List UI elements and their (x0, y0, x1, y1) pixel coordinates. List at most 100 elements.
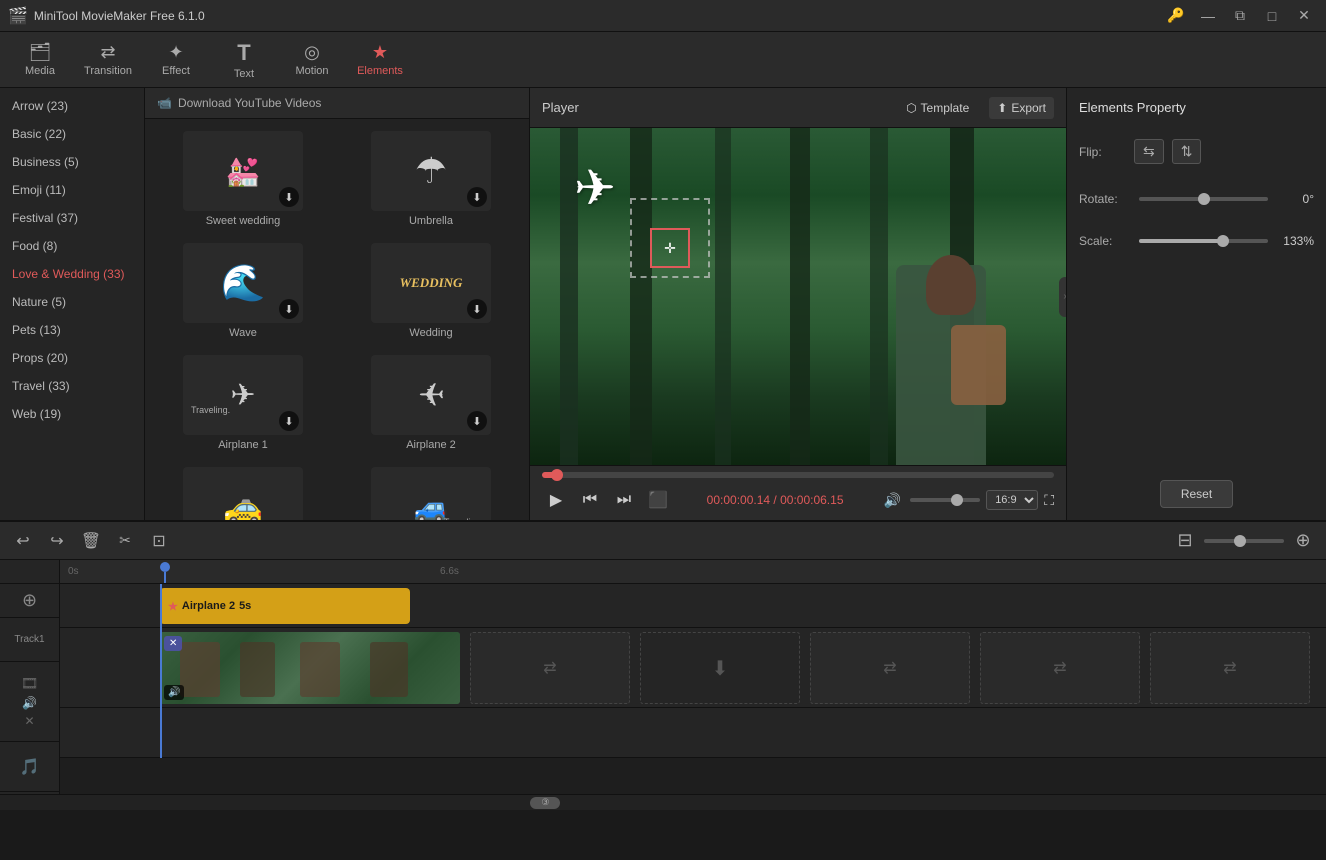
airplane2-timeline-block[interactable]: ★ Airplane 2 5s (160, 588, 410, 624)
element-download-btn-airplane1[interactable]: ⬇ (279, 411, 299, 431)
prev-frame-button[interactable]: ⏮ (576, 486, 604, 514)
motion-icon: ◎ (304, 42, 320, 63)
element-block-duration: 5s (239, 600, 251, 612)
zoom-slider[interactable] (1204, 539, 1284, 543)
effect-icon: ✦ (168, 42, 183, 63)
airplane-element-overlay[interactable]: ✈ (545, 158, 645, 218)
placeholder-2[interactable]: ⬇ (640, 632, 800, 704)
cat-business[interactable]: Business (5) (0, 148, 144, 176)
undo-button[interactable]: ↩ (8, 526, 38, 556)
maximize-button[interactable]: □ (1258, 5, 1286, 27)
zoom-controls: ⊟ ⊕ (1170, 526, 1318, 556)
media-tool[interactable]: 🗂 Media (8, 36, 72, 84)
element-download-btn-wedding[interactable]: ⬇ (467, 299, 487, 319)
transition-tool[interactable]: ⇄ Transition (76, 36, 140, 84)
placeholder-arrow-5: ⇄ (1223, 658, 1236, 678)
placeholder-3[interactable]: ⇄ (810, 632, 970, 704)
export-button[interactable]: ⬆ Export (989, 97, 1054, 119)
cat-props[interactable]: Props (20) (0, 344, 144, 372)
element-sweet-wedding[interactable]: 💒 ⬇ Sweet wedding (149, 123, 337, 235)
scale-label: Scale: (1079, 234, 1131, 248)
element-download-btn-umbrella[interactable]: ⬇ (467, 187, 487, 207)
element-download-btn[interactable]: ⬇ (279, 187, 299, 207)
element-download-btn-airplane2[interactable]: ⬇ (467, 411, 487, 431)
zoom-out-button[interactable]: ⊟ (1170, 526, 1200, 556)
play-button[interactable]: ▶ (542, 486, 570, 514)
placeholder-1[interactable]: ⇄ (470, 632, 630, 704)
template-button[interactable]: ⬡ Template (898, 97, 977, 119)
aspect-ratio-select[interactable]: 16:9 9:16 1:1 4:3 (986, 490, 1038, 510)
flip-icons: ⇆ ⇅ (1134, 139, 1201, 164)
text-tool[interactable]: T Text (212, 36, 276, 84)
panel-expand-handle[interactable]: › (1059, 277, 1066, 317)
rotate-label: Rotate: (1079, 192, 1131, 206)
element-car2[interactable]: 🚙 Traveling. ⬇ Car 2 (337, 459, 525, 520)
element-car1[interactable]: 🚕 ⬇ Car 1 (149, 459, 337, 520)
download-youtube-bar[interactable]: 📹 Download YouTube Videos (145, 88, 529, 119)
motion-label: Motion (295, 65, 328, 77)
motion-tool[interactable]: ◎ Motion (280, 36, 344, 84)
redo-button[interactable]: ↪ (42, 526, 72, 556)
scale-slider[interactable] (1139, 239, 1268, 243)
text-icon: T (237, 40, 250, 66)
scrollbar-thumb[interactable]: ③ (530, 797, 560, 809)
track-labels: ⊕ Track1 🎞 🔊 ✕ 🎵 (0, 560, 60, 794)
timeline-scrollbar[interactable]: ③ (0, 794, 1326, 810)
rotate-slider[interactable] (1139, 197, 1268, 201)
flip-vertical-button[interactable]: ⇅ (1172, 139, 1202, 164)
delete-button[interactable]: 🗑 (76, 526, 106, 556)
elements-tool[interactable]: ★ Elements (348, 36, 412, 84)
video-track-remove-icon[interactable]: ✕ (24, 714, 34, 728)
progress-bar[interactable] (542, 472, 1054, 478)
element-download-btn-wave[interactable]: ⬇ (279, 299, 299, 319)
element-airplane1[interactable]: ✈ Traveling. ⬇ Airplane 1 (149, 347, 337, 459)
stop-button[interactable]: ⬛ (644, 486, 672, 514)
element-umbrella[interactable]: ☂ ⬇ Umbrella (337, 123, 525, 235)
zoom-in-button[interactable]: ⊕ (1288, 526, 1318, 556)
move-cursor-icon: ✛ (664, 240, 676, 257)
split-button[interactable]: ✂ (110, 526, 140, 556)
effect-tool[interactable]: ✦ Effect (144, 36, 208, 84)
restore-button[interactable]: ⧉ (1226, 5, 1254, 27)
reset-button[interactable]: Reset (1160, 480, 1233, 508)
cat-food[interactable]: Food (8) (0, 232, 144, 260)
cat-emoji[interactable]: Emoji (11) (0, 176, 144, 204)
cat-basic[interactable]: Basic (22) (0, 120, 144, 148)
cat-travel[interactable]: Travel (33) (0, 372, 144, 400)
placeholder-5[interactable]: ⇄ (1150, 632, 1310, 704)
cat-pets[interactable]: Pets (13) (0, 316, 144, 344)
cat-nature[interactable]: Nature (5) (0, 288, 144, 316)
volume-slider[interactable] (910, 498, 980, 502)
timeline-area: ⊕ Track1 🎞 🔊 ✕ 🎵 (0, 560, 1326, 794)
element-wave[interactable]: 🌊 ⬇ Wave (149, 235, 337, 347)
app-logo: 🎬 (8, 6, 28, 26)
key-icon[interactable]: 🔑 (1162, 5, 1190, 27)
placeholder-arrow-1: ⇄ (543, 658, 556, 678)
cat-festival[interactable]: Festival (37) (0, 204, 144, 232)
flip-horizontal-button[interactable]: ⇆ (1134, 139, 1164, 164)
next-frame-button[interactable]: ⏭ (610, 486, 638, 514)
cat-web[interactable]: Web (19) (0, 400, 144, 428)
close-button[interactable]: ✕ (1290, 5, 1318, 27)
progress-thumb[interactable] (551, 469, 563, 481)
tracks-container: ★ Airplane 2 5s (60, 584, 1326, 758)
video-strip[interactable]: ✕ 🔊 (160, 632, 460, 704)
crop-button[interactable]: ⊡ (144, 526, 174, 556)
selection-red-box[interactable]: ✛ (650, 228, 690, 268)
text-label: Text (234, 68, 254, 80)
playhead-audio-track (160, 584, 162, 758)
timeline-tracks[interactable]: 0s 6.6s ★ Airplane 2 5s (60, 560, 1326, 794)
add-track-button[interactable]: ⊕ (0, 584, 59, 618)
element-airplane2[interactable]: ✈ ⬇ Airplane 2 (337, 347, 525, 459)
volume-icon[interactable]: 🔊 (878, 486, 906, 514)
element-wedding[interactable]: WEDDING ⬇ Wedding (337, 235, 525, 347)
placeholder-4[interactable]: ⇄ (980, 632, 1140, 704)
fullscreen-button[interactable]: ⛶ (1044, 492, 1054, 509)
cat-arrow[interactable]: Arrow (23) (0, 92, 144, 120)
video-track-label: 🎞 🔊 ✕ (0, 662, 59, 742)
playhead-marker[interactable] (160, 562, 170, 572)
minimize-button[interactable]: — (1194, 5, 1222, 27)
cat-love-wedding[interactable]: Love & Wedding (33) (0, 260, 144, 288)
elements-grid: 📹 Download YouTube Videos 💒 ⬇ Sweet wedd… (145, 88, 529, 520)
video-track-mute-icon[interactable]: 🔊 (22, 696, 37, 710)
